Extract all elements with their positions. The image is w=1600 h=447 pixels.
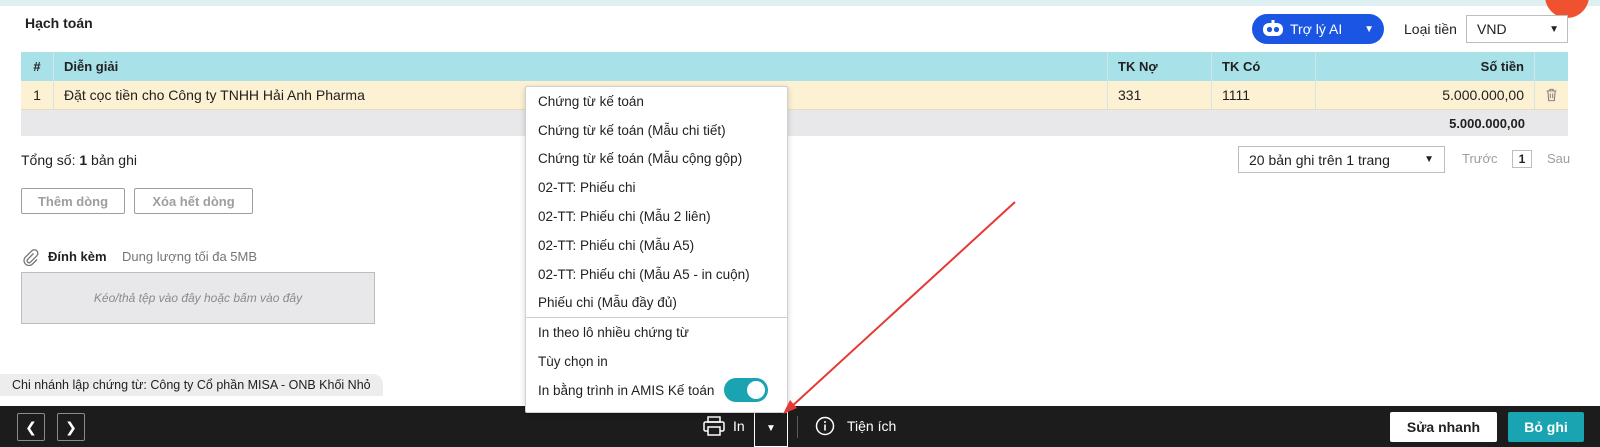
branch-note: Chi nhánh lập chứng từ: Công ty Cổ phần … — [0, 374, 383, 396]
print-dropdown-toggle[interactable]: ▼ — [754, 410, 788, 447]
delete-row-button[interactable] — [1535, 81, 1568, 109]
chevron-down-icon: ▼ — [1364, 23, 1374, 35]
page-size-select[interactable]: 20 bản ghi trên 1 trang ▼ — [1238, 146, 1445, 173]
menu-item-payment-slip[interactable]: 02-TT: Phiếu chi — [526, 173, 787, 202]
robot-icon — [1263, 20, 1283, 36]
column-header-amount: Số tiền — [1316, 52, 1535, 81]
menu-item-payment-slip-a5-roll[interactable]: 02-TT: Phiếu chi (Mẫu A5 - in cuộn) — [526, 260, 787, 289]
annotation-arrow-line — [789, 201, 1016, 409]
currency-label: Loại tiền — [1404, 21, 1457, 37]
menu-item-accounting-voucher-summary[interactable]: Chứng từ kế toán (Mẫu cộng gộp) — [526, 145, 787, 174]
amis-printer-label: In bằng trình in AMIS Kế toán — [538, 382, 715, 398]
previous-record-button[interactable]: ❮ — [17, 413, 45, 441]
ai-assistant-button[interactable]: Trợ lý AI ▼ — [1252, 14, 1384, 44]
toggle-knob — [747, 381, 766, 400]
print-dropdown-menu: Chứng từ kế toán Chứng từ kế toán (Mẫu c… — [525, 86, 788, 413]
quick-edit-button[interactable]: Sửa nhanh — [1390, 412, 1497, 442]
row-debit-account[interactable]: 331 — [1108, 81, 1212, 109]
row-number: 1 — [21, 81, 54, 109]
chevron-down-icon: ▼ — [1549, 24, 1559, 35]
section-title: Hạch toán — [25, 15, 93, 31]
print-button-label[interactable]: In — [733, 418, 745, 434]
table-row[interactable]: 1 Đặt cọc tiền cho Công ty TNHH Hải Anh … — [21, 81, 1568, 110]
menu-item-accounting-voucher[interactable]: Chứng từ kế toán — [526, 87, 787, 116]
column-header-credit-account: TK Có — [1212, 52, 1316, 81]
ai-assistant-label: Trợ lý AI — [1290, 21, 1343, 37]
chevron-right-icon: ❯ — [65, 418, 77, 435]
info-icon[interactable] — [815, 416, 835, 436]
currency-select[interactable]: VND ▼ — [1466, 15, 1568, 43]
currency-value: VND — [1477, 21, 1507, 37]
column-header-debit-account: TK Nợ — [1108, 52, 1212, 81]
menu-item-print-options[interactable]: Tùy chọn in — [526, 347, 787, 376]
record-count: 1 — [79, 152, 88, 168]
menu-item-payment-slip-a5[interactable]: 02-TT: Phiếu chi (Mẫu A5) — [526, 231, 787, 260]
current-page[interactable]: 1 — [1512, 150, 1532, 168]
grid-header: # Diễn giải TK Nợ TK Có Số tiền — [21, 52, 1568, 81]
footer-toolbar: ❮ ❯ In ▼ Tiện ích Sửa nhanh Bỏ ghi — [0, 406, 1600, 447]
column-header-actions — [1535, 52, 1568, 81]
add-row-button[interactable]: Thêm dòng — [21, 188, 125, 214]
row-credit-account[interactable]: 1111 — [1212, 81, 1316, 109]
grid-total-row: 5.000.000,00 — [21, 110, 1568, 136]
amis-printer-toggle[interactable] — [724, 378, 769, 403]
column-header-description: Diễn giải — [54, 52, 1108, 81]
row-amount[interactable]: 5.000.000,00 — [1316, 81, 1535, 109]
clear-rows-button[interactable]: Xóa hết dòng — [134, 188, 253, 214]
attachments-limit: Dung lượng tối đa 5MB — [122, 249, 258, 264]
menu-item-batch-print[interactable]: In theo lô nhiều chứng từ — [526, 318, 787, 347]
menu-item-amis-printer[interactable]: In bằng trình in AMIS Kế toán — [526, 376, 787, 405]
chevron-left-icon: ❮ — [25, 418, 37, 435]
top-strip — [0, 0, 1600, 6]
column-header-number: # — [21, 52, 54, 81]
menu-item-accounting-voucher-detailed[interactable]: Chứng từ kế toán (Mẫu chi tiết) — [526, 116, 787, 145]
paperclip-icon — [23, 249, 39, 266]
page-size-value: 20 bản ghi trên 1 trang — [1249, 152, 1390, 168]
trash-icon — [1546, 88, 1557, 102]
utilities-button-label[interactable]: Tiện ích — [847, 418, 896, 434]
attachments-label: Đính kèm — [48, 249, 107, 264]
printer-icon[interactable] — [703, 416, 725, 436]
file-dropzone[interactable]: Kéo/thả tệp vào đây hoặc bấm vào đây — [21, 272, 375, 324]
total-records: Tổng số: 1 bản ghi — [21, 152, 137, 168]
toolbar-divider — [797, 416, 798, 438]
menu-item-payment-slip-full[interactable]: Phiếu chi (Mẫu đầy đủ) — [526, 289, 787, 318]
total-amount: 5.000.000,00 — [1449, 115, 1525, 131]
next-page-link[interactable]: Sau — [1547, 151, 1570, 166]
prev-page-link[interactable]: Trước — [1462, 151, 1498, 166]
accounting-grid: # Diễn giải TK Nợ TK Có Số tiền 1 Đặt cọ… — [21, 52, 1568, 136]
menu-item-payment-slip-2-copies[interactable]: 02-TT: Phiếu chi (Mẫu 2 liên) — [526, 202, 787, 231]
unpost-button[interactable]: Bỏ ghi — [1508, 412, 1584, 442]
chevron-down-icon: ▼ — [1424, 154, 1434, 165]
next-record-button[interactable]: ❯ — [57, 413, 85, 441]
chevron-down-icon: ▼ — [766, 423, 776, 434]
